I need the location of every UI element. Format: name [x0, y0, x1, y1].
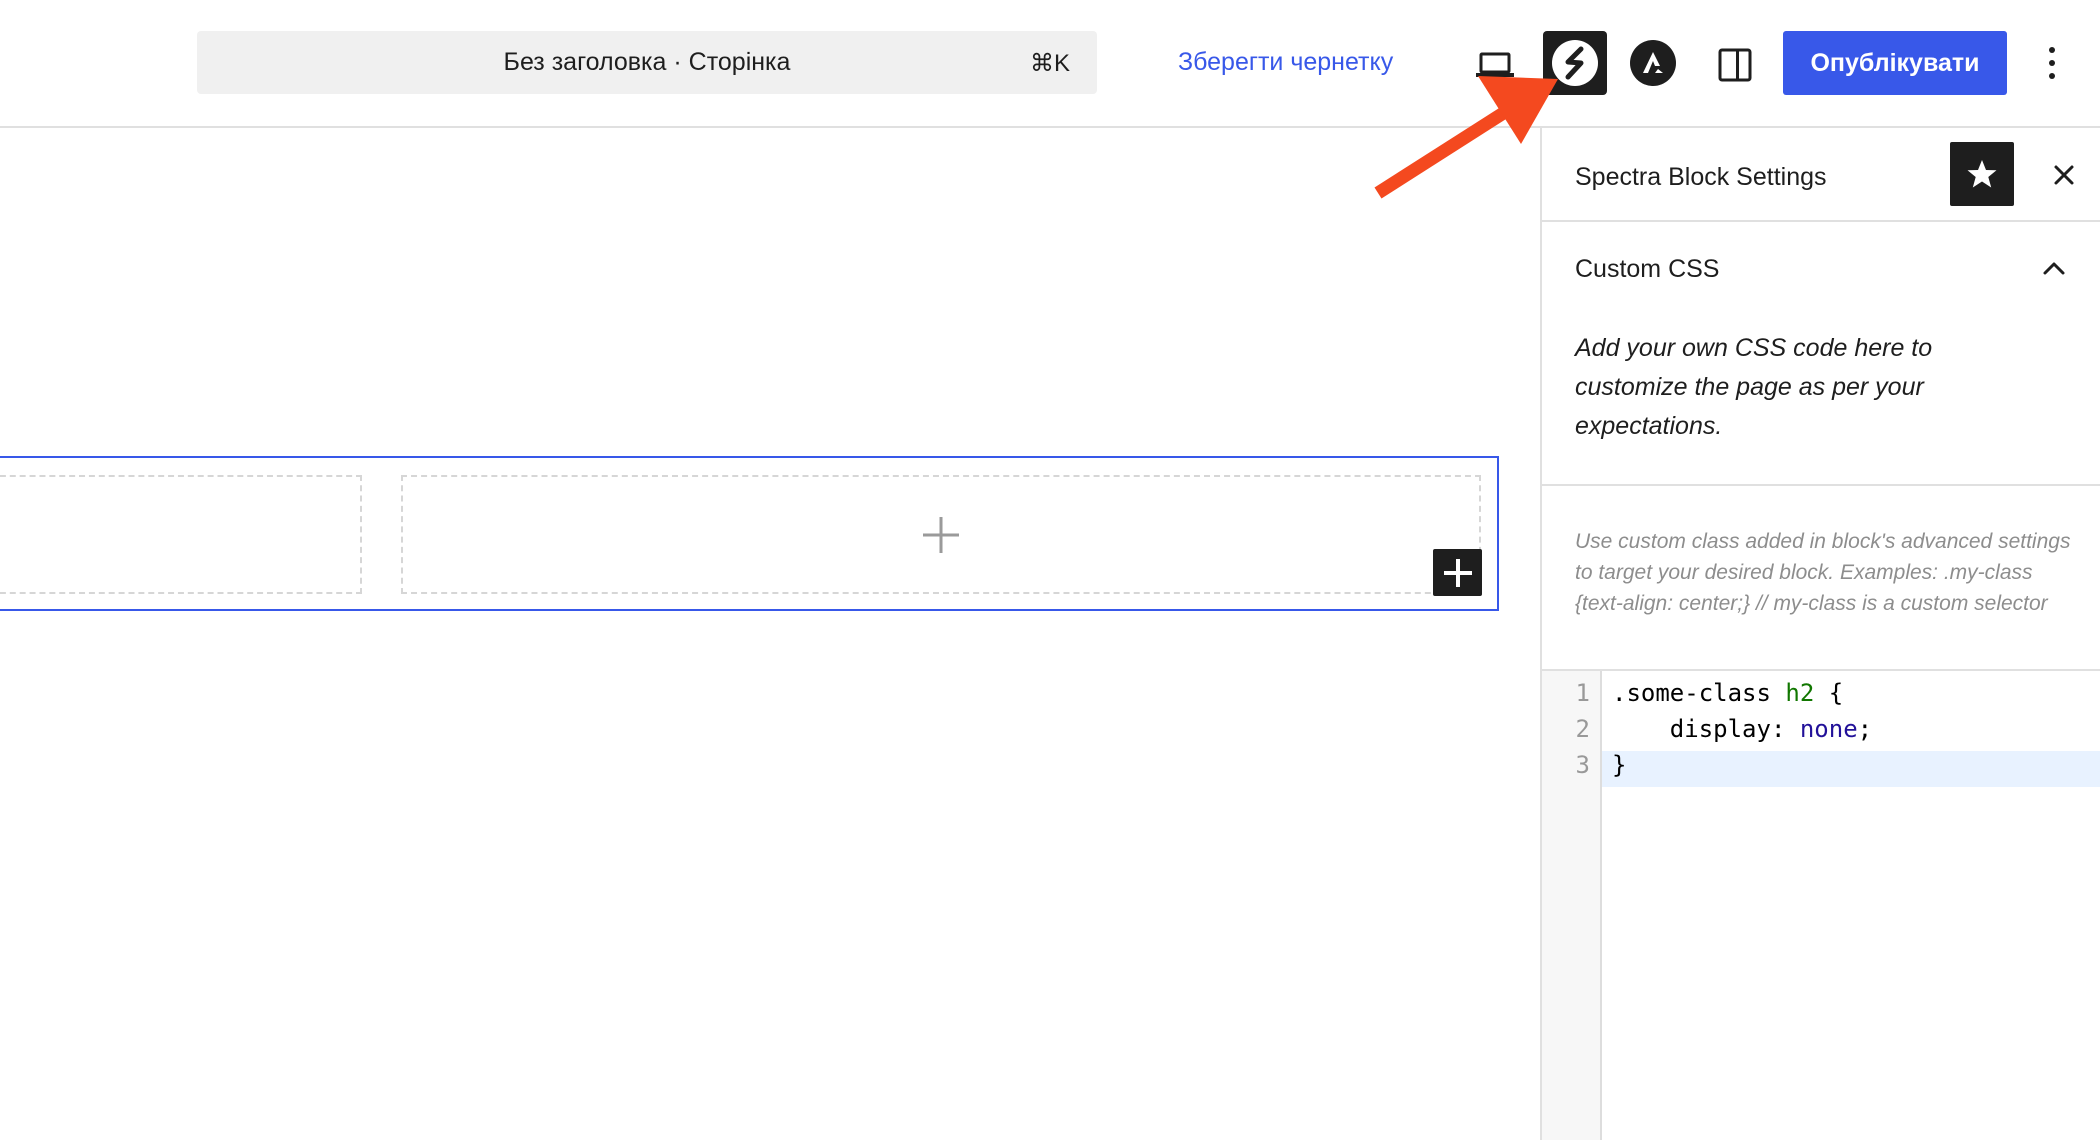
editor-header: Без заголовка · Сторінка ⌘K Зберегти чер…	[0, 0, 2100, 128]
line-number: 2	[1575, 715, 1590, 743]
save-draft-button[interactable]: Зберегти чернетку	[1178, 48, 1393, 77]
add-block-button[interactable]	[1433, 549, 1482, 596]
css-terminator: ;	[1857, 715, 1873, 743]
css-brace: }	[1612, 751, 1627, 779]
css-property: display:	[1669, 715, 1800, 743]
css-tag: h2	[1785, 679, 1815, 707]
column-placeholder[interactable]	[401, 475, 1481, 594]
code-line[interactable]: display: none;	[1612, 715, 1872, 743]
css-indent	[1612, 715, 1670, 743]
plus-icon	[1443, 558, 1472, 587]
divider	[1542, 484, 2100, 486]
column-placeholder[interactable]	[0, 475, 362, 594]
astra-logo-icon	[1630, 40, 1676, 86]
columns-block[interactable]	[0, 456, 1499, 611]
options-menu-button[interactable]	[2030, 38, 2074, 88]
more-vertical-icon	[2049, 47, 2055, 79]
laptop-icon	[1476, 52, 1514, 77]
line-number-gutter: 1 2 3	[1542, 671, 1602, 1140]
chevron-up-icon	[2043, 262, 2065, 275]
help-text: Use custom class added in block's advanc…	[1575, 530, 2071, 615]
css-code-editor[interactable]: 1 2 3 .some-class h2 { display: none; }	[1542, 671, 2100, 1140]
spectra-logo-icon	[1552, 40, 1598, 86]
line-number: 3	[1575, 751, 1590, 779]
active-line-highlight	[1602, 751, 2100, 787]
spectra-settings-button[interactable]	[1543, 31, 1607, 95]
star-icon	[1967, 160, 1997, 188]
code-line[interactable]: }	[1612, 751, 1626, 779]
sidebar-header: Spectra Block Settings	[1542, 128, 2100, 222]
collapse-panel-button[interactable]	[2032, 246, 2076, 290]
preview-button[interactable]	[1470, 40, 1520, 90]
close-icon	[2054, 165, 2074, 185]
panel-title: Custom CSS	[1575, 255, 1720, 283]
plus-icon[interactable]	[921, 515, 961, 555]
settings-sidebar: Spectra Block Settings Custom CSS Add yo…	[1540, 128, 2100, 1140]
sidebar-toggle-icon	[1718, 48, 1752, 82]
close-sidebar-button[interactable]	[2042, 153, 2086, 197]
document-title: Без заголовка · Сторінка	[503, 48, 791, 76]
command-palette-button[interactable]: Без заголовка · Сторінка ⌘K	[197, 31, 1097, 94]
line-number: 1	[1575, 679, 1590, 707]
settings-sidebar-toggle[interactable]	[1710, 40, 1760, 90]
panel-description: Add your own CSS code here to customize …	[1575, 334, 1933, 440]
editor-canvas	[0, 128, 1540, 1140]
pin-favorite-button[interactable]	[1950, 142, 2014, 206]
astra-settings-button[interactable]	[1628, 38, 1678, 88]
sidebar-title: Spectra Block Settings	[1575, 163, 1827, 191]
custom-css-panel-toggle[interactable]: Custom CSS	[1542, 222, 2100, 318]
css-value: none	[1799, 715, 1858, 743]
publish-button[interactable]: Опублікувати	[1783, 31, 2007, 95]
code-line[interactable]: .some-class h2 {	[1612, 679, 1843, 707]
css-selector: .some-class	[1612, 679, 1786, 707]
shortcut-hint: ⌘K	[1029, 50, 1070, 77]
css-brace: {	[1814, 679, 1844, 707]
